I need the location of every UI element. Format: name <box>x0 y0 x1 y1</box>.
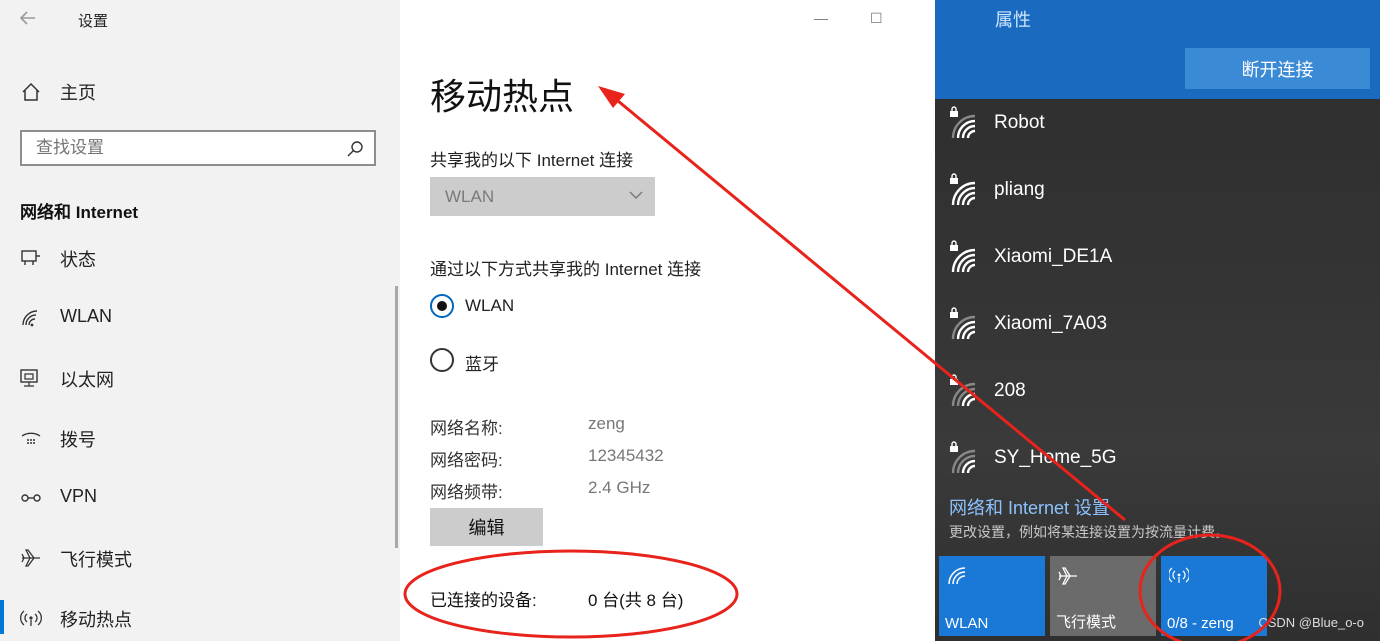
wifi-network-item[interactable]: Xiaomi_DE1A <box>935 234 1380 294</box>
sidebar-item-label: 状态 <box>60 250 96 270</box>
sidebar-item-label: 主页 <box>60 83 96 103</box>
sidebar-item-wlan[interactable]: WLAN <box>0 298 400 338</box>
password-value: 12345432 <box>588 446 664 465</box>
sidebar-item-vpn[interactable]: VPN <box>0 478 400 518</box>
main-content: — ☐ 移动热点 共享我的以下 Internet 连接 WLAN 通过以下方式共… <box>400 0 935 641</box>
wifi-network-item[interactable]: 208 <box>935 368 1380 428</box>
network-name: 208 <box>994 380 1026 401</box>
app-title: 设置 <box>78 13 109 30</box>
sidebar-item-home[interactable]: 主页 <box>20 78 96 106</box>
section-title: 网络和 Internet <box>20 203 139 222</box>
connected-network-panel: 属性 断开连接 <box>935 0 1380 99</box>
tile-label: 0/8 - zeng <box>1167 615 1234 632</box>
wifi-signal-icon <box>951 248 976 273</box>
band-key: 网络频带: <box>430 483 503 502</box>
ethernet-icon <box>20 369 38 387</box>
sidebar-item-label: 拨号 <box>60 430 96 450</box>
watermark: CSDN @Blue_o-o <box>1258 615 1364 630</box>
dropdown-value: WLAN <box>445 186 495 206</box>
radio-bluetooth-label: 蓝牙 <box>465 355 499 374</box>
sidebar-item-ethernet[interactable]: 以太网 <box>0 358 400 398</box>
radio-bluetooth[interactable] <box>430 348 454 372</box>
sidebar-item-label: WLAN <box>60 306 113 326</box>
password-key: 网络密码: <box>430 451 503 470</box>
band-value: 2.4 GHz <box>588 478 651 497</box>
network-settings-description: 更改设置，例如将某连接设置为按流量计费。 <box>949 524 1229 540</box>
page-title: 移动热点 <box>430 76 575 117</box>
share-from-label: 共享我的以下 Internet 连接 <box>430 151 634 170</box>
search-input[interactable] <box>22 137 338 159</box>
sidebar-item-label: VPN <box>60 486 98 506</box>
network-name: Xiaomi_DE1A <box>994 246 1113 267</box>
tile-label: 飞行模式 <box>1056 614 1117 631</box>
wifi-network-item[interactable]: SY_Home_5G <box>935 435 1380 495</box>
properties-link[interactable]: 属性 <box>995 6 1031 32</box>
vpn-icon <box>21 494 41 502</box>
connected-devices-value: 0 台(共 8 台) <box>588 591 684 610</box>
sidebar-item-airplane[interactable]: 飞行模式 <box>0 538 400 578</box>
hotspot-icon <box>1169 567 1189 583</box>
network-name-key: 网络名称: <box>430 419 503 438</box>
network-flyout: 属性 断开连接 Robot pliang Xiaomi_DE1A Xiaomi_… <box>935 0 1380 641</box>
tile-mobile-hotspot[interactable]: 0/8 - zeng <box>1161 556 1267 636</box>
airplane-icon <box>1058 567 1077 585</box>
network-name: SY_Home_5G <box>994 447 1117 468</box>
wifi-network-item[interactable]: Xiaomi_7A03 <box>935 301 1380 361</box>
wifi-network-item[interactable]: pliang <box>935 167 1380 227</box>
network-name: Robot <box>994 112 1045 133</box>
search-icon <box>347 141 363 157</box>
share-via-label: 通过以下方式共享我的 Internet 连接 <box>430 260 702 279</box>
back-arrow-icon[interactable] <box>18 8 42 32</box>
wifi-network-item[interactable]: Robot <box>935 100 1380 160</box>
sidebar-item-dialup[interactable]: 拨号 <box>0 418 400 458</box>
sidebar-item-label: 飞行模式 <box>60 550 132 570</box>
status-icon <box>21 250 40 265</box>
tile-label: WLAN <box>945 615 989 632</box>
chevron-down-icon <box>629 191 643 199</box>
sidebar-item-hotspot[interactable]: 移动热点 <box>0 598 400 638</box>
sidebar-item-label: 以太网 <box>60 370 114 390</box>
maximize-button[interactable]: ☐ <box>870 10 883 27</box>
wifi-icon <box>948 567 966 585</box>
connected-devices-key: 已连接的设备: <box>430 591 537 610</box>
wifi-signal-icon <box>951 181 976 206</box>
sidebar-item-label: 移动热点 <box>60 610 132 630</box>
home-icon <box>22 82 40 101</box>
airplane-icon <box>21 549 40 567</box>
network-name: pliang <box>994 179 1045 200</box>
scrollbar[interactable] <box>395 286 398 548</box>
wifi-signal-icon <box>951 114 976 139</box>
wifi-signal-icon <box>951 382 976 407</box>
disconnect-button[interactable]: 断开连接 <box>1185 48 1370 89</box>
hotspot-icon <box>20 610 42 626</box>
minimize-button[interactable]: — <box>814 10 828 26</box>
share-from-dropdown[interactable]: WLAN <box>430 177 655 216</box>
search-box[interactable] <box>20 130 376 166</box>
tile-wlan[interactable]: WLAN <box>939 556 1045 636</box>
radio-wlan-label: WLAN <box>465 296 515 315</box>
wifi-signal-icon <box>951 315 976 340</box>
edit-button[interactable]: 编辑 <box>430 508 543 546</box>
dialup-icon <box>21 432 41 444</box>
network-settings-link[interactable]: 网络和 Internet 设置 <box>949 494 1110 520</box>
settings-sidebar: 设置 主页 网络和 Internet 状态 WLAN 以太网 拨号 VPN 飞行… <box>0 0 400 641</box>
wifi-signal-icon <box>951 449 976 474</box>
network-name: Xiaomi_7A03 <box>994 313 1108 334</box>
sidebar-item-status[interactable]: 状态 <box>0 238 400 278</box>
network-name-value: zeng <box>588 414 625 433</box>
radio-wlan[interactable] <box>430 294 454 318</box>
tile-airplane-mode[interactable]: 飞行模式 <box>1050 556 1156 636</box>
wifi-icon <box>22 310 38 327</box>
